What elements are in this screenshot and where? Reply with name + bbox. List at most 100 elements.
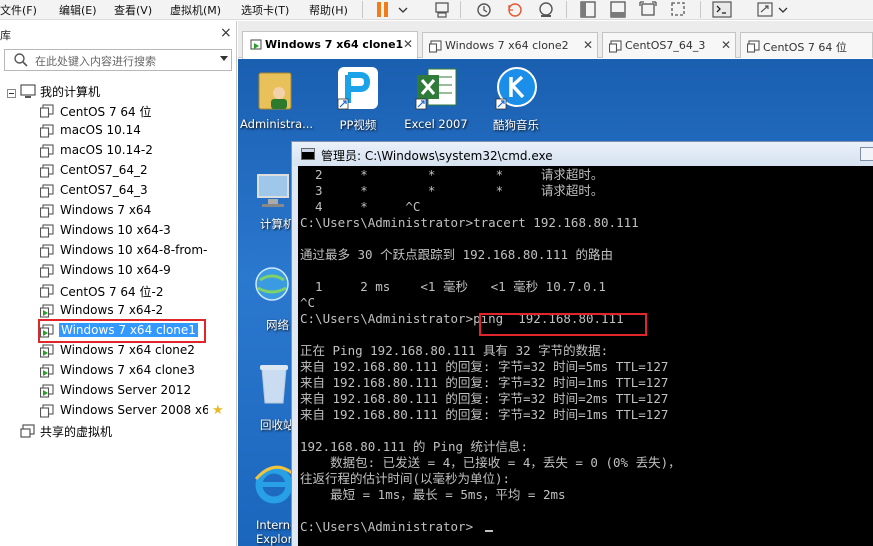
console-line: 来自 192.168.80.111 的回复: 字节=32 时间=5ms TTL=… xyxy=(300,359,669,374)
window-control-button[interactable] xyxy=(860,147,873,161)
vm-icon xyxy=(746,40,761,56)
tree-vm-label: Windows 7 x64 clone2 xyxy=(60,343,195,357)
tab-centos-7-64[interactable]: CentOS 7 64 位 xyxy=(740,32,873,58)
desktop-icon-label: Administra... xyxy=(240,117,314,131)
tab-centos7-64-3[interactable]: CentOS7_64_3 ✕ xyxy=(602,32,736,58)
menu-view[interactable]: 查看(V) xyxy=(114,2,152,18)
tree-vm-item[interactable]: CentOS7_64_2 xyxy=(40,162,208,180)
console-view-icon[interactable] xyxy=(711,0,732,19)
kugou-icon xyxy=(495,67,537,110)
tab-label: Windows 7 x64 clone2 xyxy=(445,39,569,52)
desktop-icon-recycle-bin[interactable] xyxy=(254,359,294,410)
tab-close-icon[interactable]: ✕ xyxy=(583,38,593,52)
vm-desktop[interactable]: Administra... PP视频 Excel 2007 酷狗音乐 计算机 网… xyxy=(238,59,873,546)
search-dropdown-icon[interactable] xyxy=(220,56,228,61)
tab-bar: Windows 7 x64 clone1 ✕ Windows 7 x64 clo… xyxy=(238,21,873,59)
tree-collapse-toggle[interactable] xyxy=(7,89,16,98)
tree-vm-item[interactable]: Windows 10 x64-9 xyxy=(40,262,208,280)
tree-vm-item[interactable]: Windows 7 x64 clone3 xyxy=(40,362,208,380)
menu-edit[interactable]: 编辑(E) xyxy=(59,2,97,18)
toolbar-separator xyxy=(362,1,363,18)
library-close-button[interactable]: × xyxy=(220,25,232,41)
tree-vm-item[interactable]: Windows 10 x64-8-from-micro xyxy=(40,242,208,260)
desktop-icon-internet-explorer[interactable] xyxy=(254,461,294,512)
tree-vm-item[interactable]: macOS 10.14 xyxy=(40,122,208,140)
library-view-icon[interactable] xyxy=(578,0,598,19)
vm-running-icon xyxy=(40,384,55,400)
snapshot-manager-icon[interactable] xyxy=(536,0,556,19)
tree-shared-label: 共享的虚拟机 xyxy=(40,425,113,439)
menu-tabs[interactable]: 选项卡(T) xyxy=(241,2,289,18)
tree-vm-item[interactable]: CentOS 7 64 位-2 xyxy=(40,282,208,300)
selection-highlight-box xyxy=(38,319,206,343)
cmd-window[interactable]: 管理员: C:\Windows\system32\cmd.exe 2 * * *… xyxy=(291,141,873,546)
console-line: 最短 = 1ms，最长 = 5ms，平均 = 2ms xyxy=(300,487,566,502)
tree-vm-item[interactable]: Windows 10 x64-3 xyxy=(40,222,208,240)
tree-shared-vms[interactable]: 共享的虚拟机 xyxy=(20,422,230,440)
tree-vm-item[interactable]: Windows 7 x64 clone2 xyxy=(40,342,208,360)
excel-icon xyxy=(415,68,457,110)
vm-icon xyxy=(40,124,55,140)
tree-vm-item[interactable]: Windows 7 x64 xyxy=(40,202,208,220)
desktop-icon-excel[interactable]: Excel 2007 xyxy=(401,65,471,131)
vm-running-icon xyxy=(40,304,55,320)
desktop-icon-network[interactable] xyxy=(252,262,292,309)
desktop-icon-kugou[interactable]: 酷狗音乐 xyxy=(481,65,551,133)
desktop-icon-computer[interactable] xyxy=(254,169,294,216)
menu-file[interactable]: 文件(F) xyxy=(0,2,37,18)
recycle-bin-icon xyxy=(260,365,288,404)
user-folder-icon xyxy=(258,72,292,110)
menu-help[interactable]: 帮助(H) xyxy=(309,2,348,18)
pause-icon[interactable] xyxy=(373,0,393,19)
vm-running-icon xyxy=(40,344,55,360)
tree-vm-label: macOS 10.14 xyxy=(60,123,141,137)
pause-menu-chevron-icon[interactable] xyxy=(397,0,417,19)
vm-running-icon xyxy=(40,364,55,380)
tree-vm-item[interactable]: Windows Server 2012 xyxy=(40,382,208,400)
tree-vm-item[interactable]: CentOS7_64_3 xyxy=(40,182,208,200)
console-line: 4 * ^C xyxy=(300,199,421,214)
computer-icon xyxy=(257,174,289,207)
library-title: 库 xyxy=(0,29,11,42)
cmd-icon xyxy=(301,148,315,160)
revert-snapshot-icon[interactable] xyxy=(505,0,525,19)
network-icon xyxy=(255,267,289,301)
desktop-icon-administrator[interactable]: Administra... xyxy=(240,65,314,131)
tree-vm-item[interactable]: CentOS 7 64 位 xyxy=(40,102,208,120)
snapshot-icon[interactable] xyxy=(474,0,494,19)
menu-bar: 文件(F) 编辑(E) 查看(V) 虚拟机(M) 选项卡(T) 帮助(H) xyxy=(0,0,873,20)
vm-icon xyxy=(608,40,623,56)
search-icon xyxy=(13,52,29,71)
tree-vm-item[interactable]: Windows Server 2008 x64 xyxy=(40,402,208,420)
tree-root-my-computer[interactable]: 我的计算机 xyxy=(20,82,230,100)
stretch-menu-chevron-icon[interactable] xyxy=(777,0,797,19)
stretch-icon[interactable] xyxy=(755,0,775,19)
console-line: 来自 192.168.80.111 的回复: 字节=32 时间=2ms TTL=… xyxy=(300,391,669,406)
tree-vm-label: macOS 10.14-2 xyxy=(60,143,153,157)
desktop-icon-pp-video[interactable]: PP视频 xyxy=(323,65,393,133)
cmd-title-bar[interactable]: 管理员: C:\Windows\system32\cmd.exe xyxy=(292,142,873,166)
favorite-star-icon[interactable]: ★ xyxy=(212,403,224,418)
send-keys-icon[interactable] xyxy=(432,0,452,19)
tab-label: Windows 7 x64 clone1 xyxy=(265,38,404,51)
unity-icon[interactable] xyxy=(668,0,688,19)
thumbnail-bar-icon[interactable] xyxy=(608,0,628,19)
search-placeholder: 在此处键入内容进行搜索 xyxy=(35,55,156,68)
cmd-console[interactable]: 2 * * * 请求超时。 3 * * * 请求超时。 4 * ^C C:\Use… xyxy=(298,166,873,546)
menu-vm[interactable]: 虚拟机(M) xyxy=(170,2,221,18)
vm-icon xyxy=(40,164,55,180)
tab-close-icon[interactable]: ✕ xyxy=(403,37,413,51)
tree-vm-item[interactable]: Windows 7 x64-2 xyxy=(40,302,208,320)
fullscreen-icon[interactable] xyxy=(638,0,658,19)
library-search-input[interactable]: 在此处键入内容进行搜索 xyxy=(4,49,232,71)
tab-windows-7-x64-clone2[interactable]: Windows 7 x64 clone2 ✕ xyxy=(422,32,598,58)
desktop-icon-label: Excel 2007 xyxy=(404,117,468,131)
tree-vm-item[interactable]: macOS 10.14-2 xyxy=(40,142,208,160)
tab-windows-7-x64-clone1[interactable]: Windows 7 x64 clone1 ✕ xyxy=(242,31,418,59)
console-line: 数据包: 已发送 = 4，已接收 = 4，丢失 = 0 (0% 丢失)， xyxy=(300,455,681,470)
console-line: 2 * * * 请求超时。 xyxy=(300,167,604,182)
tab-close-icon[interactable]: ✕ xyxy=(721,38,731,52)
console-line: ^C xyxy=(300,295,316,310)
console-line: C:\Users\Administrator>tracert 192.168.8… xyxy=(300,215,639,230)
vm-icon xyxy=(40,184,55,200)
